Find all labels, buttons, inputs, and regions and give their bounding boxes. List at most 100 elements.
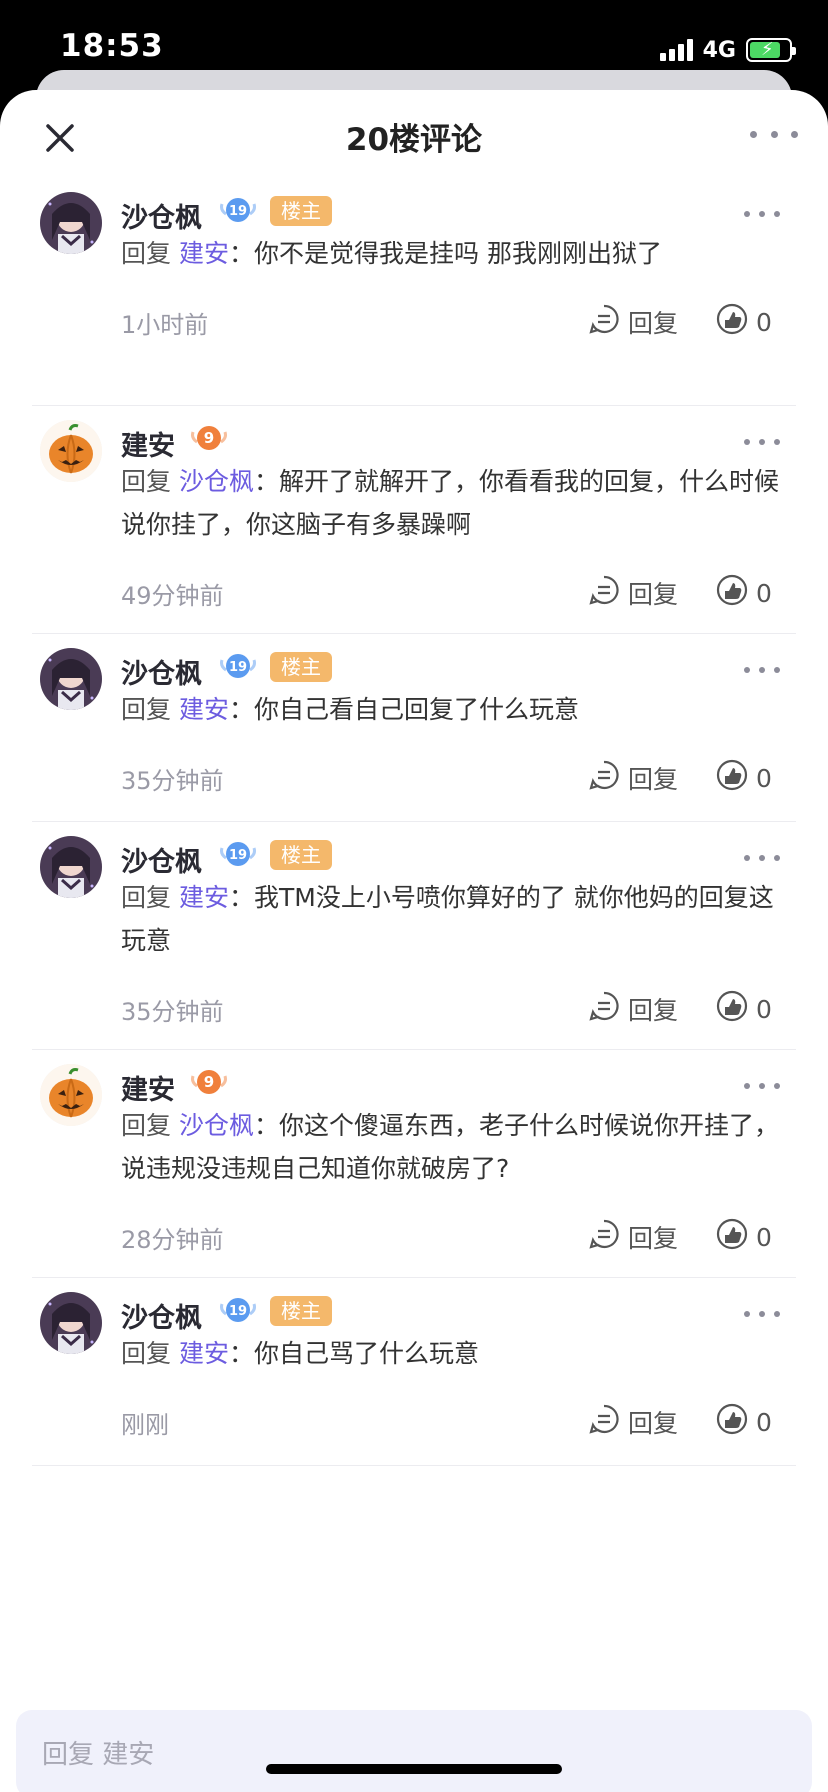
comment-text: 回复 沙仓枫：你这个傻逼东西，老子什么时候说你开挂了，说违规没违规自己知道你就破… (121, 1104, 792, 1190)
reply-target-link[interactable]: 沙仓枫 (179, 1111, 254, 1140)
like-icon (716, 574, 748, 612)
more-horizontal-icon (744, 1311, 750, 1317)
reply-prefix: 回复 (121, 1339, 172, 1368)
like-count: 0 (756, 1407, 772, 1437)
reply-prefix: 回复 (121, 467, 172, 496)
reply-label: 回复 (628, 765, 679, 794)
owner-tag: 楼主 (270, 196, 332, 226)
network-label: 4G (702, 37, 736, 63)
level-badge: 19 (218, 650, 258, 682)
more-horizontal-icon (744, 211, 750, 217)
comment-text: 回复 沙仓枫：解开了就解开了，你看看我的回复，什么时候说你挂了，你这脑子有多暴躁… (121, 460, 792, 546)
reply-label: 回复 (628, 1409, 679, 1438)
comment-more-button[interactable] (744, 664, 780, 676)
like-icon (716, 1218, 748, 1256)
owner-tag: 楼主 (270, 840, 332, 870)
comment-item: 建安 9 回复 沙仓枫：你这个傻逼东西，老子什么时候说你开挂了，说违规没违规自己知道… (32, 1050, 796, 1278)
like-button[interactable]: 0 (716, 759, 772, 797)
like-button[interactable]: 0 (716, 303, 772, 341)
reply-input[interactable]: 回复 建安 (16, 1710, 812, 1792)
colon: ： (228, 883, 254, 912)
comment-more-button[interactable] (744, 852, 780, 864)
avatar[interactable] (40, 1292, 102, 1354)
reply-label: 回复 (628, 1224, 679, 1253)
reply-target-link[interactable]: 建安 (179, 695, 229, 724)
comment-time: 28分钟前 (121, 1226, 224, 1254)
reply-icon (588, 759, 620, 797)
level-badge: 19 (218, 838, 258, 870)
reply-button[interactable]: 回复 (588, 1218, 678, 1256)
like-button[interactable]: 0 (716, 1403, 772, 1441)
comment-author[interactable]: 沙仓枫 (121, 652, 202, 691)
svg-text:19: 19 (229, 848, 247, 863)
more-button[interactable] (750, 120, 798, 148)
like-button[interactable]: 0 (716, 990, 772, 1028)
comment-body: 你自己看自己回复了什么玩意 (254, 695, 580, 724)
comment-more-button[interactable] (744, 1308, 780, 1320)
comment-author[interactable]: 沙仓枫 (121, 196, 202, 235)
reply-button[interactable]: 回复 (588, 574, 678, 612)
status-time: 18:53 (60, 28, 164, 64)
avatar[interactable] (40, 420, 102, 482)
battery-icon: ⚡ (746, 38, 796, 62)
comment-text: 回复 建安：我TM没上小号喷你算好的了 就你他妈的回复这玩意 (121, 876, 792, 962)
comment-more-button[interactable] (744, 436, 780, 448)
comment-text: 回复 建安：你不是觉得我是挂吗 那我刚刚出狱了 (121, 232, 792, 275)
avatar[interactable] (40, 836, 102, 898)
comment-author[interactable]: 建安 (121, 1068, 175, 1107)
reply-icon (588, 1403, 620, 1441)
comment-text: 回复 建安：你自己看自己回复了什么玩意 (121, 688, 792, 731)
comment-more-button[interactable] (744, 208, 780, 220)
reply-target-link[interactable]: 建安 (179, 883, 229, 912)
reply-button[interactable]: 回复 (588, 1403, 678, 1441)
like-button[interactable]: 0 (716, 1218, 772, 1256)
comment-more-button[interactable] (744, 1080, 780, 1092)
reply-button[interactable]: 回复 (588, 990, 678, 1028)
colon: ： (228, 239, 254, 268)
comment-time: 刚刚 (121, 1411, 169, 1439)
avatar[interactable] (40, 192, 102, 254)
comment-item: 沙仓枫 19 楼主回复 建安：我TM没上小号喷你算好的了 就你他妈的回复这玩意 35分… (32, 822, 796, 1050)
reply-prefix: 回复 (121, 883, 172, 912)
svg-text:9: 9 (204, 1073, 214, 1091)
home-indicator (266, 1764, 562, 1774)
comment-time: 35分钟前 (121, 998, 224, 1026)
page-title: 20楼评论 (345, 122, 483, 158)
like-button[interactable]: 0 (716, 574, 772, 612)
reply-label: 回复 (628, 309, 679, 338)
reply-button[interactable]: 回复 (588, 303, 678, 341)
reply-target-link[interactable]: 沙仓枫 (179, 467, 254, 496)
like-icon (716, 303, 748, 341)
reply-prefix: 回复 (121, 1111, 172, 1140)
reply-prefix: 回复 (121, 695, 172, 724)
reply-button[interactable]: 回复 (588, 759, 678, 797)
comment-time: 1小时前 (121, 311, 209, 339)
reply-prefix: 回复 (121, 239, 172, 268)
more-horizontal-icon (744, 855, 750, 861)
reply-icon (588, 574, 620, 612)
reply-target-link[interactable]: 建安 (179, 1339, 229, 1368)
comment-author[interactable]: 建安 (121, 424, 175, 463)
reply-label: 回复 (628, 996, 679, 1025)
svg-text:19: 19 (229, 660, 247, 675)
like-count: 0 (756, 994, 772, 1024)
avatar[interactable] (40, 1064, 102, 1126)
owner-tag: 楼主 (270, 1296, 332, 1326)
comment-author[interactable]: 沙仓枫 (121, 840, 202, 879)
comment-author[interactable]: 沙仓枫 (121, 1296, 202, 1335)
svg-text:19: 19 (229, 1304, 247, 1319)
avatar[interactable] (40, 648, 102, 710)
colon: ： (253, 467, 279, 496)
status-indicators: 4G ⚡ (659, 36, 796, 64)
comment-body: 你自己骂了什么玩意 (254, 1339, 480, 1368)
reply-target-link[interactable]: 建安 (179, 239, 229, 268)
like-count: 0 (756, 763, 772, 793)
more-horizontal-icon (750, 130, 757, 138)
like-icon (716, 990, 748, 1028)
svg-text:9: 9 (204, 429, 214, 447)
reply-label: 回复 (628, 580, 679, 609)
like-icon (716, 759, 748, 797)
comment-item: 沙仓枫 19 楼主回复 建安：你不是觉得我是挂吗 那我刚刚出狱了 1小时前 回复 0 (32, 178, 796, 406)
level-badge: 19 (218, 194, 258, 226)
comment-body: 你不是觉得我是挂吗 那我刚刚出狱了 (254, 239, 662, 268)
